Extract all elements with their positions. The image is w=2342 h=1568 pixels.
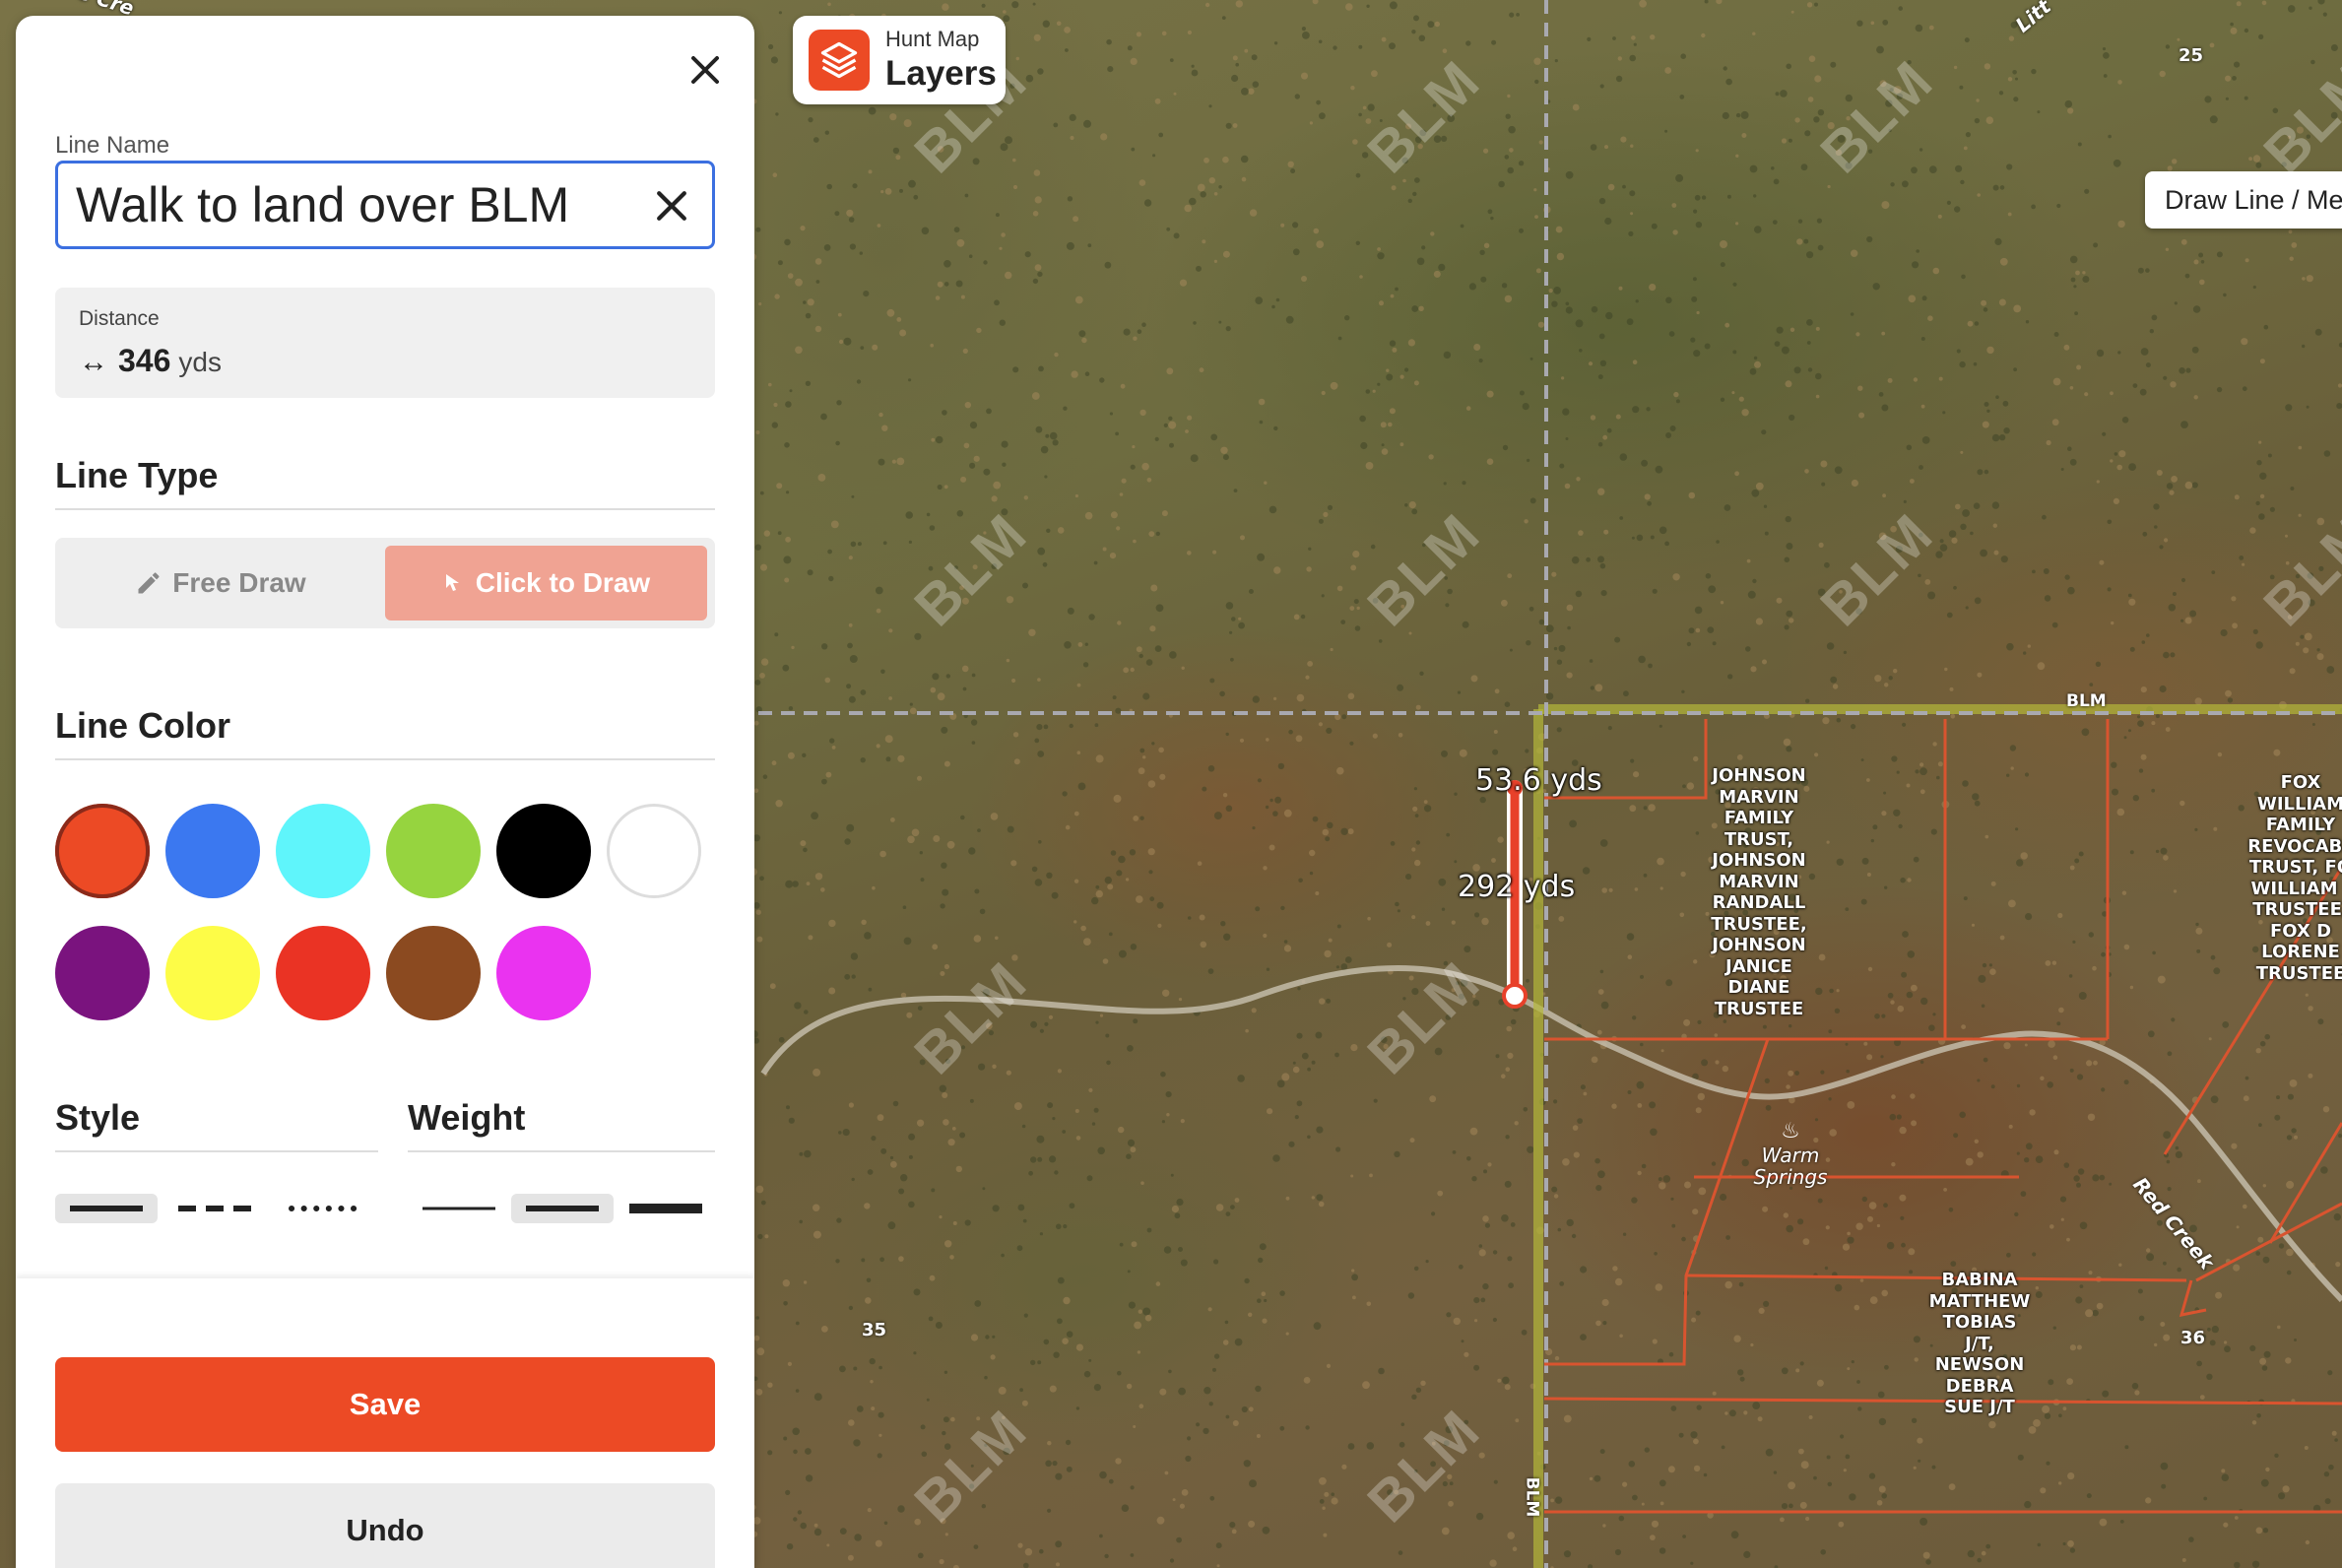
measure-line-endpoint[interactable] bbox=[1502, 983, 1528, 1009]
measure-segment-label: 53.6 yds bbox=[1475, 763, 1602, 798]
color-swatch[interactable] bbox=[55, 804, 150, 898]
distance-arrow-icon: ↔ bbox=[79, 346, 108, 378]
weight-heading: Weight bbox=[408, 1097, 526, 1138]
color-swatch[interactable] bbox=[276, 804, 370, 898]
warm-springs-label: Warm Springs bbox=[1753, 1143, 1828, 1189]
distance-unit: yds bbox=[178, 347, 222, 377]
click-to-draw-label: Click to Draw bbox=[475, 567, 651, 598]
draw-line-measure-button[interactable]: Draw Line / Me bbox=[2145, 171, 2342, 229]
line-color-heading: Line Color bbox=[55, 705, 230, 746]
close-icon[interactable] bbox=[681, 45, 730, 95]
divider bbox=[55, 508, 715, 510]
weight-medium-option[interactable] bbox=[511, 1194, 614, 1223]
divider bbox=[55, 758, 715, 760]
color-swatch[interactable] bbox=[276, 926, 370, 1020]
free-draw-label: Free Draw bbox=[172, 567, 306, 598]
weight-thick-option[interactable] bbox=[615, 1194, 717, 1223]
color-swatch[interactable] bbox=[55, 926, 150, 1020]
parcel-owner-label[interactable]: BABINA MATTHEW TOBIAS J/T, NEWSON DEBRA … bbox=[1925, 1270, 2034, 1418]
line-type-toggle: Free Draw Click to Draw bbox=[55, 538, 715, 628]
color-swatch[interactable] bbox=[496, 926, 591, 1020]
click-to-draw-option[interactable]: Click to Draw bbox=[385, 546, 707, 621]
layers-title: Layers bbox=[885, 54, 997, 93]
style-solid-option[interactable] bbox=[55, 1194, 158, 1223]
parcel-owner-label[interactable]: FOX WILLIAM FAMILY REVOCABL TRUST, FO WI… bbox=[2242, 772, 2342, 984]
undo-button[interactable]: Undo bbox=[55, 1483, 715, 1568]
weight-thin-option[interactable] bbox=[408, 1194, 510, 1223]
boundary-label-vertical: BLM bbox=[1522, 1476, 1542, 1518]
cursor-icon bbox=[442, 571, 466, 595]
clear-input-icon[interactable] bbox=[649, 183, 694, 229]
distance-value: 346 bbox=[118, 343, 171, 378]
line-editor-panel: Line Name Distance ↔ 346 yds Line Type F… bbox=[16, 16, 754, 1568]
color-swatch[interactable] bbox=[165, 926, 260, 1020]
section-number: 35 bbox=[862, 1320, 887, 1340]
section-number: 25 bbox=[2179, 45, 2204, 66]
divider bbox=[55, 1150, 378, 1152]
color-swatch[interactable] bbox=[165, 804, 260, 898]
style-dashed-option[interactable] bbox=[163, 1194, 266, 1223]
hot-spring-icon: ♨ bbox=[1781, 1119, 1800, 1143]
style-heading: Style bbox=[55, 1097, 141, 1138]
color-swatch[interactable] bbox=[386, 804, 481, 898]
boundary-label: BLM bbox=[2066, 691, 2107, 711]
layers-subtitle: Hunt Map bbox=[885, 27, 980, 51]
color-swatch[interactable] bbox=[607, 804, 701, 898]
divider bbox=[408, 1150, 715, 1152]
section-number: 36 bbox=[2180, 1328, 2206, 1348]
free-draw-option[interactable]: Free Draw bbox=[63, 546, 378, 621]
line-type-heading: Line Type bbox=[55, 455, 219, 495]
save-button[interactable]: Save bbox=[55, 1357, 715, 1452]
color-swatch[interactable] bbox=[496, 804, 591, 898]
layers-button[interactable]: Hunt Map Layers bbox=[793, 16, 1006, 104]
style-dotted-option[interactable] bbox=[274, 1194, 376, 1223]
line-name-field[interactable] bbox=[55, 161, 715, 249]
layers-icon bbox=[809, 30, 870, 91]
pencil-icon bbox=[135, 569, 163, 597]
distance-label: Distance bbox=[79, 307, 160, 330]
distance-readout: Distance ↔ 346 yds bbox=[55, 288, 715, 398]
line-name-label: Line Name bbox=[55, 132, 170, 159]
action-bar: Save Undo bbox=[16, 1278, 754, 1568]
line-name-input[interactable] bbox=[76, 176, 627, 233]
measure-segment-label: 292 yds bbox=[1458, 870, 1576, 904]
parcel-owner-label[interactable]: JOHNSON MARVIN FAMILY TRUST, JOHNSON MAR… bbox=[1702, 765, 1816, 1019]
color-swatch[interactable] bbox=[386, 926, 481, 1020]
